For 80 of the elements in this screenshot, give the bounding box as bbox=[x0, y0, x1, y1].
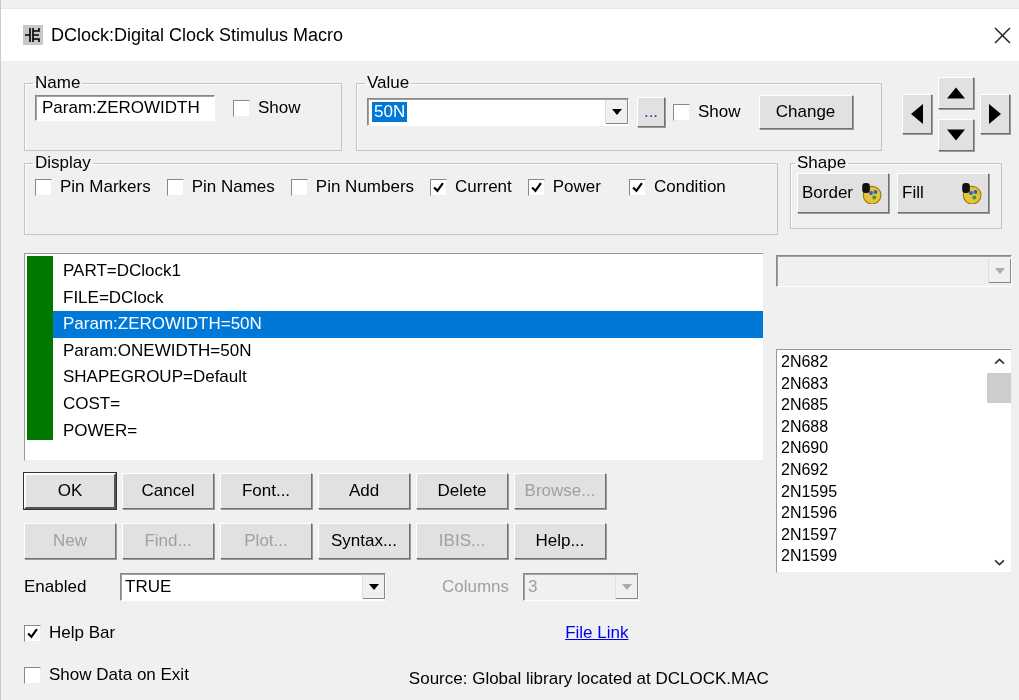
attribute-item[interactable]: FILE=DClock bbox=[53, 284, 763, 312]
part-item[interactable]: 2N1595 bbox=[781, 480, 987, 503]
part-item[interactable]: 2N683 bbox=[781, 372, 987, 395]
dialog-button[interactable]: Add bbox=[318, 473, 410, 509]
checkbox-label: Pin Markers bbox=[60, 177, 151, 197]
checkbox[interactable] bbox=[24, 666, 41, 684]
dropdown-arrow-icon bbox=[995, 268, 1005, 274]
attribute-item[interactable]: Param:ONEWIDTH=50N bbox=[53, 337, 763, 365]
dialog-button[interactable]: Help... bbox=[514, 523, 606, 559]
attribute-item[interactable]: COST= bbox=[53, 390, 763, 418]
window-title: DClock:Digital Clock Stimulus Macro bbox=[51, 24, 345, 46]
checkbox[interactable] bbox=[290, 178, 308, 196]
scroll-thumb[interactable] bbox=[987, 373, 1011, 403]
dropdown-arrow-icon bbox=[622, 584, 633, 590]
dialog-button[interactable]: Syntax... bbox=[318, 523, 410, 559]
scroll-down-icon[interactable] bbox=[993, 559, 1005, 566]
checkbox-label: Show bbox=[258, 98, 301, 118]
attribute-item[interactable]: SHAPEGROUP=Default bbox=[53, 364, 763, 391]
checkbox[interactable] bbox=[673, 103, 690, 121]
checkbox[interactable] bbox=[233, 99, 250, 117]
down-triangle-icon bbox=[947, 129, 965, 141]
name-field[interactable]: Param:ZEROWIDTH bbox=[35, 95, 215, 121]
checkbox[interactable] bbox=[430, 178, 448, 196]
value-dropdown[interactable]: 50N bbox=[367, 98, 629, 126]
part-item[interactable]: 2N690 bbox=[781, 437, 987, 459]
checkbox[interactable] bbox=[24, 624, 41, 642]
group-label: Shape bbox=[796, 153, 848, 173]
palette-icon bbox=[960, 182, 982, 204]
dropdown-arrow-icon bbox=[612, 109, 622, 115]
checkbox[interactable] bbox=[35, 178, 52, 196]
dialog-button[interactable]: Font... bbox=[220, 473, 312, 509]
source-text: Source: Global library located at DCLOCK.MAC bbox=[408, 668, 769, 689]
down-arrow-button[interactable] bbox=[938, 119, 974, 151]
transistor-icon bbox=[23, 25, 43, 45]
dropdown-arrow-icon bbox=[369, 584, 379, 590]
dropdown[interactable] bbox=[776, 255, 1012, 287]
part-item[interactable]: 2N692 bbox=[781, 458, 987, 481]
checkbox-label: Pin Names bbox=[191, 177, 275, 197]
left-arrow-button[interactable] bbox=[902, 94, 932, 134]
part-item[interactable]: 2N685 bbox=[781, 394, 987, 416]
up-triangle-icon bbox=[947, 87, 965, 99]
checkbox-label: Condition bbox=[653, 177, 726, 197]
attribute-item[interactable]: POWER= bbox=[53, 417, 763, 445]
checkbox[interactable] bbox=[628, 178, 646, 196]
palette-icon bbox=[860, 182, 882, 204]
part-item[interactable]: 2N1599 bbox=[781, 545, 987, 567]
browse-button[interactable]: ... bbox=[637, 97, 665, 127]
group-label: Value bbox=[366, 73, 411, 93]
left-triangle-icon bbox=[911, 104, 923, 124]
file-link[interactable]: File Link bbox=[565, 623, 629, 643]
enabled-label: Enabled bbox=[24, 577, 88, 597]
checkbox[interactable] bbox=[527, 178, 545, 196]
right-arrow-button[interactable] bbox=[980, 94, 1010, 134]
part-item[interactable]: 2N682 bbox=[781, 351, 987, 373]
checkbox-label: Power bbox=[552, 177, 601, 197]
checkbox-label: Help Bar bbox=[49, 623, 116, 643]
dialog-button[interactable]: OK bbox=[24, 473, 116, 509]
checkbox[interactable] bbox=[166, 178, 184, 196]
checkbox-label: Show bbox=[698, 102, 741, 122]
change-button[interactable]: Change bbox=[758, 95, 853, 129]
group-label: Display bbox=[34, 153, 92, 173]
dialog-button[interactable]: Delete bbox=[416, 473, 508, 509]
dialog-button[interactable]: Cancel bbox=[122, 473, 214, 509]
checkbox-label: Pin Numbers bbox=[315, 177, 415, 197]
scroll-up-icon[interactable] bbox=[993, 358, 1005, 365]
close-icon[interactable] bbox=[994, 26, 1011, 44]
part-item[interactable]: 2N688 bbox=[781, 415, 987, 438]
part-item[interactable]: 2N1596 bbox=[781, 502, 987, 524]
part-item[interactable]: 2N1597 bbox=[781, 523, 987, 546]
attribute-item[interactable]: PART=DClock1 bbox=[53, 258, 763, 285]
group-label: Name bbox=[34, 73, 82, 93]
shape-button[interactable]: Border bbox=[797, 173, 889, 213]
up-arrow-button[interactable] bbox=[938, 77, 974, 109]
enabled-dropdown[interactable]: TRUE bbox=[120, 573, 386, 601]
shape-button[interactable]: Fill bbox=[897, 173, 989, 213]
columns-label: Columns bbox=[442, 577, 510, 597]
attribute-item[interactable]: Param:ZEROWIDTH=50N bbox=[53, 311, 763, 338]
checkbox-label: Current bbox=[455, 177, 512, 197]
checkbox-label: Show Data on Exit bbox=[49, 665, 189, 685]
right-triangle-icon bbox=[989, 104, 1001, 124]
